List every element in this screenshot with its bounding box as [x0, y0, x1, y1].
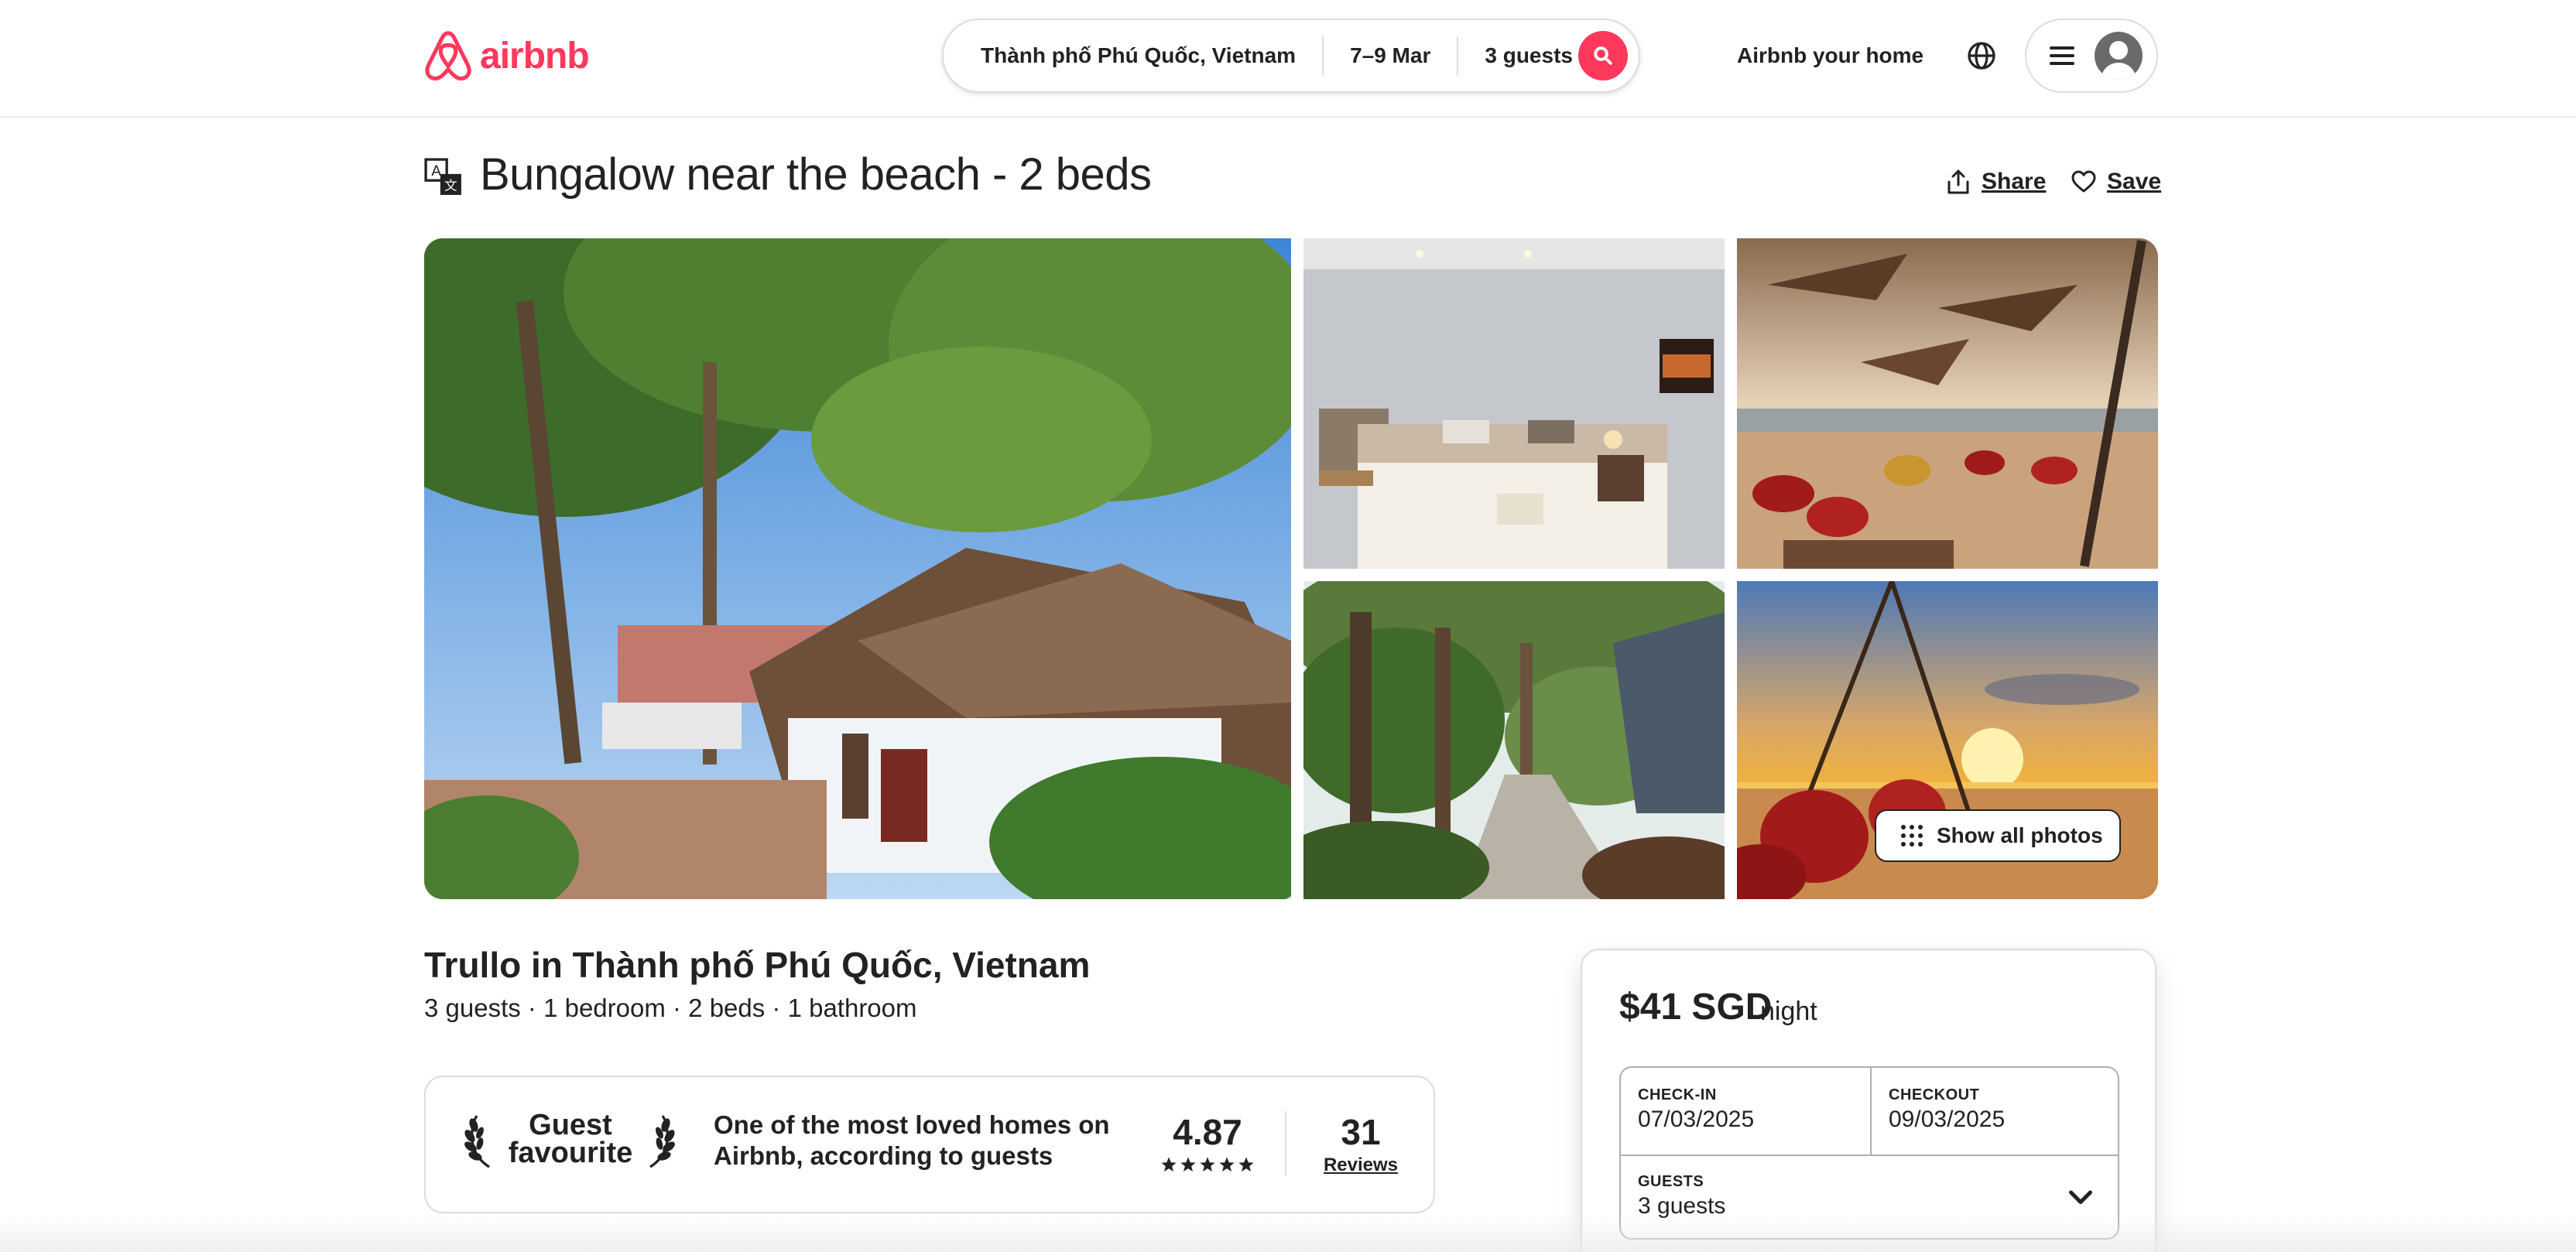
airbnb-your-home-link[interactable]: Airbnb your home	[1734, 37, 1927, 74]
checkout-label: CHECKOUT	[1889, 1086, 1980, 1103]
date-guest-picker[interactable]: CHECK-IN 07/03/2025 CHECKOUT 09/03/2025 …	[1619, 1066, 2119, 1240]
guest-favourite-description: One of the most loved homes on Airbnb, a…	[714, 1110, 1110, 1170]
guest-favourite-line2: favourite	[508, 1137, 633, 1169]
show-all-photos-label: Show all photos	[1937, 823, 2103, 847]
translate-icon[interactable]: A 文	[424, 158, 463, 197]
nightly-price: $41 SGD	[1619, 987, 1773, 1028]
guests-select[interactable]: 3 guests	[1638, 1193, 1725, 1220]
page-fade	[0, 1215, 2576, 1252]
share-button[interactable]: Share	[1946, 169, 2046, 195]
user-menu-button[interactable]	[2025, 19, 2158, 93]
checkin-field[interactable]: 07/03/2025	[1638, 1107, 1754, 1133]
guests-label: GUESTS	[1638, 1173, 1704, 1190]
share-label: Share	[1982, 169, 2047, 194]
share-icon	[1947, 169, 1969, 194]
logo-wordmark: airbnb	[480, 35, 590, 77]
search-location[interactable]: Thành phố Phú Quốc, Vietnam	[944, 43, 1322, 68]
star-icon	[1238, 1157, 1254, 1172]
listing-type-location: Trullo in Thành phố Phú Quốc, Vietnam	[424, 945, 1091, 985]
listing-meta: 3 guests · 1 bedroom · 2 beds · 1 bathro…	[424, 994, 917, 1022]
airbnb-logo-icon	[425, 31, 471, 81]
avatar-icon	[2095, 32, 2143, 80]
star-icon	[1161, 1157, 1177, 1172]
date-divider	[1870, 1068, 1872, 1155]
rating-value: 4.87	[1173, 1112, 1242, 1152]
airbnb-logo[interactable]: airbnb	[424, 29, 590, 82]
guests-divider	[1621, 1155, 2118, 1156]
photo-beach-lounge[interactable]	[1737, 238, 2158, 569]
guest-favourite-label: Guest favourite	[500, 1109, 641, 1169]
menu-icon	[2050, 46, 2074, 65]
rating-stars	[1156, 1156, 1259, 1173]
save-label: Save	[2107, 169, 2162, 194]
globe-icon[interactable]	[1966, 40, 1997, 71]
svg-text:文: 文	[444, 179, 457, 193]
review-count: 31	[1341, 1112, 1381, 1152]
grid-dots-icon	[1901, 825, 1923, 847]
chevron-down-icon[interactable]	[2065, 1181, 2096, 1212]
checkin-label: CHECK-IN	[1638, 1086, 1717, 1103]
star-icon	[1180, 1157, 1196, 1172]
show-all-photos-button[interactable]: Show all photos	[1875, 809, 2121, 862]
top-header: airbnb Thành phố Phú Quốc, Vietnam 7–9 M…	[0, 0, 2576, 118]
checkout-field[interactable]: 09/03/2025	[1889, 1107, 2005, 1133]
photo-palm-path[interactable]	[1303, 581, 1725, 899]
guest-favourite-card[interactable]: Guest favourite One of the most loved ho…	[424, 1076, 1435, 1213]
price-unit: night	[1760, 997, 1817, 1026]
search-button[interactable]	[1578, 31, 1628, 80]
search-dates[interactable]: 7–9 Mar	[1324, 43, 1457, 68]
rating-divider	[1285, 1111, 1286, 1176]
save-button[interactable]: Save	[2071, 169, 2161, 195]
photo-bungalow-exterior[interactable]	[424, 238, 1291, 899]
search-bar[interactable]: Thành phố Phú Quốc, Vietnam 7–9 Mar 3 gu…	[942, 19, 1640, 93]
photo-bedroom[interactable]	[1303, 238, 1725, 569]
laurel-left-icon	[464, 1115, 490, 1168]
booking-card: $41 SGD night CHECK-IN 07/03/2025 CHECKO…	[1581, 949, 2156, 1252]
listing-title: Bungalow near the beach - 2 beds	[480, 149, 1152, 200]
heart-icon	[2071, 170, 2096, 193]
svg-text:A: A	[431, 163, 441, 180]
laurel-right-icon	[649, 1115, 675, 1168]
star-icon	[1200, 1157, 1215, 1172]
search-icon	[1594, 46, 1612, 65]
reviews-link[interactable]: Reviews	[1308, 1155, 1413, 1176]
guest-favourite-line1: Guest	[529, 1109, 612, 1141]
star-icon	[1219, 1157, 1235, 1172]
